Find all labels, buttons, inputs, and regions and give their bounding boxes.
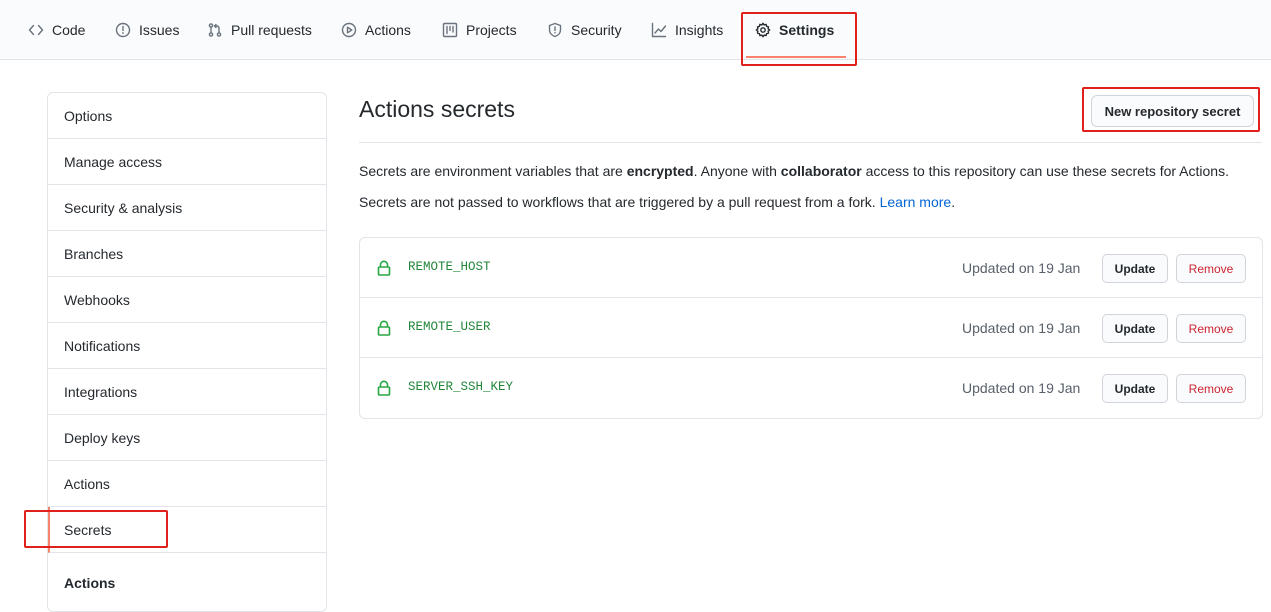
sidebar-item-integrations[interactable]: Integrations — [48, 369, 326, 415]
sidebar-item-label: Actions — [64, 475, 110, 492]
fork-note: Secrets are not passed to workflows that… — [359, 194, 955, 210]
secret-updated: Updated on 19 Jan — [962, 320, 1081, 336]
sidebar-item-security-analysis[interactable]: Security & analysis — [48, 185, 326, 231]
desc-text: access to this repository can use these … — [861, 163, 1229, 179]
secret-row: REMOTE_USER Updated on 19 Jan Update Rem… — [360, 298, 1262, 358]
desc-text: . Anyone with — [693, 163, 781, 179]
tab-label: Actions — [365, 22, 411, 38]
update-secret-button[interactable]: Update — [1102, 254, 1168, 283]
secret-name: SERVER_SSH_KEY — [408, 380, 514, 394]
page-title: Actions secrets — [359, 96, 515, 122]
tab-label: Pull requests — [231, 22, 312, 38]
lock-icon — [377, 320, 391, 336]
secrets-list: REMOTE_HOST Updated on 19 Jan Update Rem… — [359, 237, 1263, 419]
tab-security[interactable]: Security — [547, 0, 622, 60]
sidebar-section-heading: Actions — [48, 553, 326, 611]
secret-row: REMOTE_HOST Updated on 19 Jan Update Rem… — [360, 238, 1262, 298]
sidebar-item-label: Deploy keys — [64, 429, 141, 446]
secret-updated: Updated on 19 Jan — [962, 260, 1081, 276]
remove-secret-button[interactable]: Remove — [1176, 374, 1246, 403]
tab-actions[interactable]: Actions — [341, 0, 411, 60]
tab-label: Settings — [779, 22, 835, 38]
repo-nav: Code Issues Pull requests Actions Projec… — [0, 0, 1271, 60]
sidebar-item-label: Branches — [64, 245, 124, 262]
sidebar-item-branches[interactable]: Branches — [48, 231, 326, 277]
play-icon — [341, 22, 357, 38]
secret-updated: Updated on 19 Jan — [962, 380, 1081, 396]
sidebar-item-webhooks[interactable]: Webhooks — [48, 277, 326, 323]
sidebar-item-manage-access[interactable]: Manage access — [48, 139, 326, 185]
tab-label: Projects — [466, 22, 517, 38]
sidebar-item-label: Notifications — [64, 337, 141, 354]
fork-note-text: Secrets are not passed to workflows that… — [359, 194, 880, 210]
tab-label: Insights — [675, 22, 724, 38]
secret-name: REMOTE_HOST — [408, 260, 491, 274]
tab-code[interactable]: Code — [28, 0, 85, 60]
sidebar-item-label: Manage access — [64, 153, 163, 170]
code-icon — [28, 24, 44, 36]
gear-icon — [755, 22, 771, 38]
update-secret-button[interactable]: Update — [1102, 374, 1168, 403]
sidebar-item-label: Webhooks — [64, 291, 130, 308]
tab-label: Security — [571, 22, 622, 38]
sidebar-item-secrets[interactable]: Secrets — [48, 507, 326, 553]
lock-icon — [377, 380, 391, 396]
project-icon — [442, 22, 458, 38]
desc-bold-encrypted: encrypted — [626, 163, 694, 179]
title-divider — [359, 142, 1262, 143]
remove-secret-button[interactable]: Remove — [1176, 314, 1246, 343]
desc-bold-collaborator: collaborator — [780, 163, 862, 179]
shield-icon — [548, 22, 562, 38]
new-repository-secret-button[interactable]: New repository secret — [1091, 95, 1254, 127]
tab-label: Code — [52, 22, 86, 38]
secrets-description: Secrets are environment variables that a… — [359, 163, 1229, 179]
tab-projects[interactable]: Projects — [442, 0, 517, 60]
secret-row: SERVER_SSH_KEY Updated on 19 Jan Update … — [360, 358, 1262, 418]
tab-issues[interactable]: Issues — [115, 0, 179, 60]
desc-text: Secrets are environment variables that a… — [359, 163, 627, 179]
graph-icon — [651, 22, 667, 38]
tab-pull-requests[interactable]: Pull requests — [207, 0, 312, 60]
remove-secret-button[interactable]: Remove — [1176, 254, 1246, 283]
tab-label: Issues — [139, 22, 180, 38]
lock-icon — [377, 260, 391, 276]
tab-insights[interactable]: Insights — [651, 0, 723, 60]
update-secret-button[interactable]: Update — [1102, 314, 1168, 343]
sidebar-item-options[interactable]: Options — [48, 93, 326, 139]
fork-note-tail: . — [951, 194, 956, 210]
sidebar-item-deploy-keys[interactable]: Deploy keys — [48, 415, 326, 461]
learn-more-link[interactable]: Learn more — [880, 194, 952, 210]
sidebar-item-label: Secrets — [64, 521, 112, 538]
git-pull-request-icon — [208, 23, 222, 37]
sidebar-item-label: Integrations — [64, 383, 138, 400]
tab-settings[interactable]: Settings — [755, 0, 834, 60]
secret-name: REMOTE_USER — [408, 320, 491, 334]
sidebar-item-notifications[interactable]: Notifications — [48, 323, 326, 369]
issue-opened-icon — [115, 22, 131, 38]
sidebar-item-label: Options — [64, 107, 113, 124]
selected-tab-indicator — [746, 56, 846, 58]
sidebar-item-actions[interactable]: Actions — [48, 461, 326, 507]
settings-sidebar: Options Manage access Security & analysi… — [47, 92, 327, 612]
sidebar-item-label: Security & analysis — [64, 199, 183, 216]
